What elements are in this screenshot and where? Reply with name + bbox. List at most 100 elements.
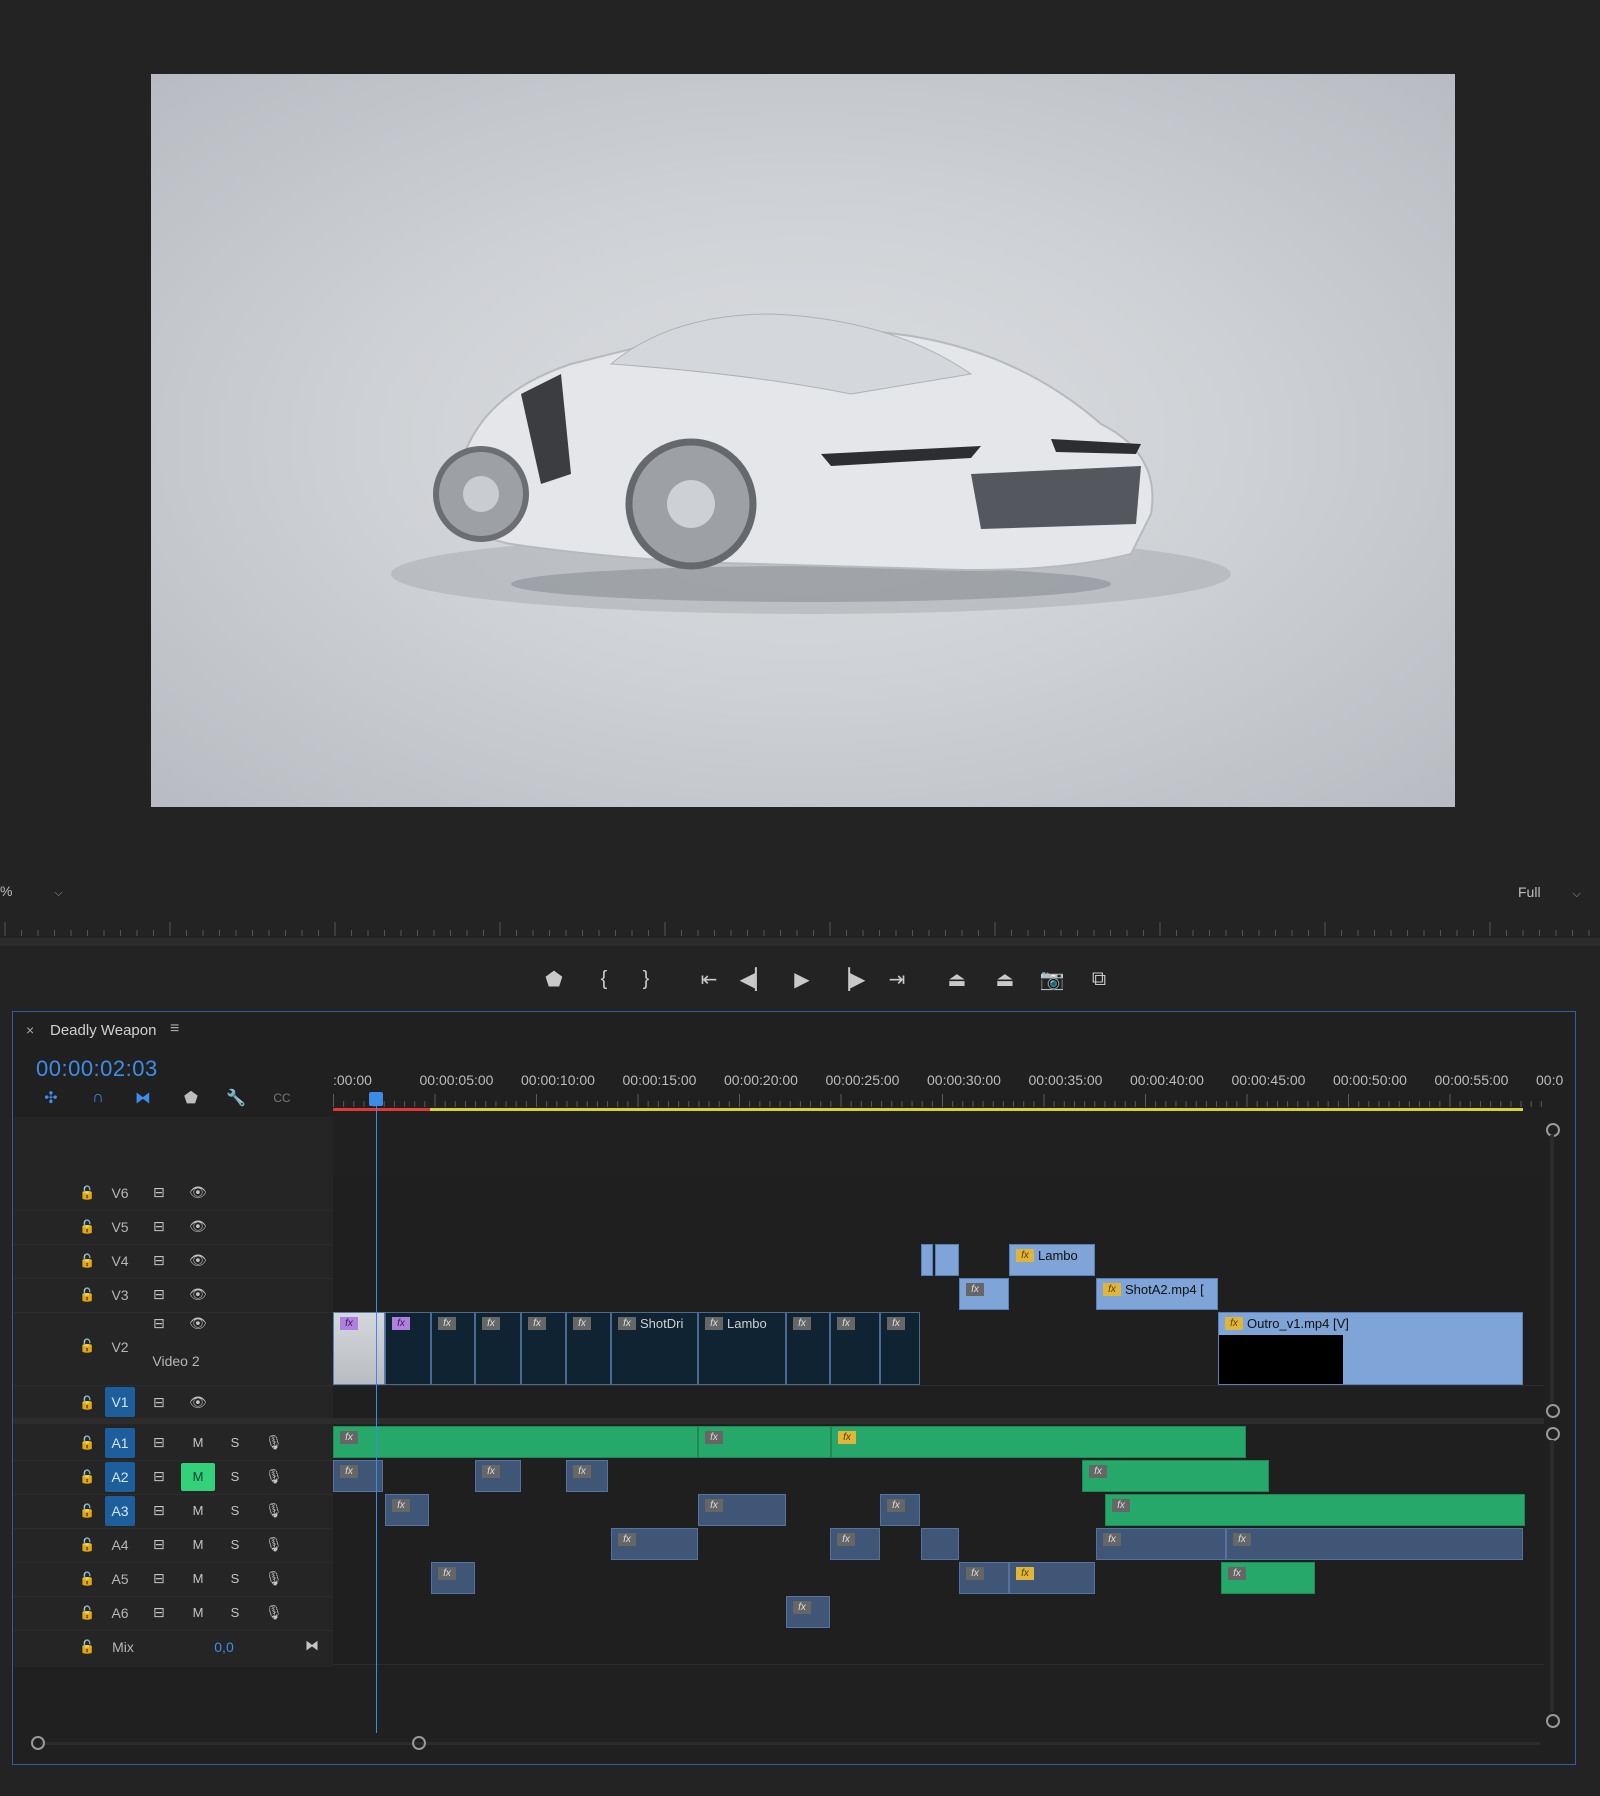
- eye-icon[interactable]: 👁: [189, 1315, 207, 1332]
- track-target-a2[interactable]: A2: [105, 1462, 135, 1492]
- sync-lock-icon[interactable]: ⊟: [153, 1604, 165, 1621]
- audio-clip-a6-1[interactable]: fx: [786, 1596, 830, 1628]
- solo-button[interactable]: S: [218, 1497, 252, 1525]
- audio-clip-a4-2[interactable]: fx: [830, 1528, 880, 1560]
- mix-flip-icon[interactable]: ⧓: [305, 1637, 319, 1654]
- nest-sequence-icon[interactable]: ✣: [36, 1085, 66, 1111]
- sync-lock-icon[interactable]: ⊟: [153, 1468, 165, 1485]
- lock-icon[interactable]: 🔓: [79, 1571, 95, 1587]
- audio-clip-a3-4[interactable]: fx: [1105, 1494, 1525, 1526]
- solo-button[interactable]: S: [218, 1463, 252, 1491]
- track-target-a5[interactable]: A5: [105, 1571, 135, 1587]
- mark-out-button[interactable]: }: [629, 962, 663, 996]
- go-to-in-button[interactable]: ⇤: [692, 962, 726, 996]
- clip-v2-3[interactable]: fx: [431, 1312, 475, 1385]
- microphone-icon[interactable]: 🎙: [265, 1570, 283, 1587]
- go-to-out-button[interactable]: ⇥: [880, 962, 914, 996]
- mute-button[interactable]: M: [181, 1497, 215, 1525]
- lock-icon[interactable]: 🔓: [79, 1287, 95, 1303]
- solo-button[interactable]: S: [218, 1565, 252, 1593]
- sync-lock-icon[interactable]: ⊟: [153, 1286, 165, 1303]
- track-target-a6[interactable]: A6: [105, 1605, 135, 1621]
- solo-button[interactable]: S: [218, 1531, 252, 1559]
- audio-clip-a3-1[interactable]: fx: [385, 1494, 429, 1526]
- microphone-icon[interactable]: 🎙: [265, 1536, 283, 1553]
- audio-clip-a1-3[interactable]: fx: [831, 1426, 1246, 1458]
- track-target-v2[interactable]: V2: [105, 1339, 135, 1355]
- sync-lock-icon[interactable]: ⊟: [153, 1394, 165, 1411]
- mute-button[interactable]: M: [181, 1463, 215, 1491]
- clip-v2-10[interactable]: fx: [830, 1312, 880, 1385]
- export-frame-button[interactable]: 📷: [1035, 962, 1069, 996]
- track-target-a3[interactable]: A3: [105, 1496, 135, 1526]
- microphone-icon[interactable]: 🎙: [265, 1502, 283, 1519]
- track-target-v6[interactable]: V6: [105, 1185, 135, 1201]
- audio-clip-a5-2[interactable]: fx: [959, 1562, 1009, 1594]
- audio-clip-a4-5[interactable]: fx: [1226, 1528, 1523, 1560]
- clip-v2-outro[interactable]: fx Outro_v1.mp4 [V]: [1218, 1312, 1523, 1385]
- audio-scroll-handle-bottom[interactable]: [1546, 1714, 1560, 1728]
- mute-button[interactable]: M: [181, 1565, 215, 1593]
- audio-clip-a5-3[interactable]: fx: [1009, 1562, 1095, 1594]
- vertical-scrollbar-audio[interactable]: [1550, 1440, 1554, 1712]
- microphone-icon[interactable]: 🎙: [265, 1604, 283, 1621]
- sequence-tab-title[interactable]: Deadly Weapon: [50, 1022, 156, 1039]
- lock-icon[interactable]: 🔓: [79, 1338, 95, 1354]
- audio-clip-a5-4[interactable]: fx: [1221, 1562, 1315, 1594]
- audio-clip-a4-3[interactable]: [921, 1528, 959, 1560]
- sync-lock-icon[interactable]: ⊟: [153, 1502, 165, 1519]
- track-target-v5[interactable]: V5: [105, 1219, 135, 1235]
- audio-clip-a3-2[interactable]: fx: [698, 1494, 786, 1526]
- sync-lock-icon[interactable]: ⊟: [153, 1252, 165, 1269]
- eye-icon[interactable]: 👁: [189, 1218, 207, 1235]
- audio-clip-a1-2[interactable]: fx: [698, 1426, 831, 1458]
- lock-icon[interactable]: 🔓: [79, 1469, 95, 1485]
- clip-v2-2[interactable]: fx: [385, 1312, 431, 1385]
- clip-v2-4[interactable]: fx: [475, 1312, 521, 1385]
- clip-v2-shotdri[interactable]: fx ShotDri: [611, 1312, 698, 1385]
- mix-volume-value[interactable]: 0,0: [204, 1639, 244, 1655]
- clip-v3-shota2[interactable]: fx ShotA2.mp4 [: [1096, 1278, 1218, 1310]
- horizontal-scroll-handle-left[interactable]: [31, 1736, 45, 1750]
- lock-icon[interactable]: 🔓: [79, 1639, 95, 1655]
- clip-v2-1[interactable]: fx: [333, 1312, 385, 1385]
- video-track-v1[interactable]: [333, 1387, 1544, 1419]
- zoom-level-dropdown[interactable]: % ⌵: [0, 883, 63, 900]
- lock-icon[interactable]: 🔓: [79, 1219, 95, 1235]
- lock-icon[interactable]: 🔓: [79, 1537, 95, 1553]
- lift-button[interactable]: ⏏: [940, 962, 974, 996]
- clip-v2-6[interactable]: fx: [566, 1312, 611, 1385]
- microphone-icon[interactable]: 🎙: [265, 1468, 283, 1485]
- video-track-v5[interactable]: [333, 1210, 1544, 1245]
- snap-magnet-icon[interactable]: ∩: [83, 1085, 113, 1111]
- clip-v2-5[interactable]: fx: [521, 1312, 566, 1385]
- lock-icon[interactable]: 🔓: [79, 1395, 95, 1411]
- step-forward-button[interactable]: ▕▶: [833, 962, 867, 996]
- mute-button[interactable]: M: [181, 1429, 215, 1457]
- sync-lock-icon[interactable]: ⊟: [153, 1315, 165, 1332]
- horizontal-scrollbar-track[interactable]: [40, 1742, 1540, 1745]
- audio-clip-a5-1[interactable]: fx: [431, 1562, 475, 1594]
- clip-v2-lambo[interactable]: fx Lambo: [698, 1312, 786, 1385]
- lock-icon[interactable]: 🔓: [79, 1605, 95, 1621]
- playhead-handle[interactable]: [369, 1092, 383, 1106]
- clip-v2-9[interactable]: fx: [786, 1312, 830, 1385]
- monitor-scrub-bar[interactable]: [0, 938, 1600, 946]
- horizontal-scroll-handle-right[interactable]: [412, 1736, 426, 1750]
- add-marker-icon[interactable]: ⬟: [176, 1085, 206, 1111]
- lock-icon[interactable]: 🔓: [79, 1253, 95, 1269]
- sync-lock-icon[interactable]: ⊟: [153, 1218, 165, 1235]
- extract-button[interactable]: ⏏: [988, 962, 1022, 996]
- comparison-view-button[interactable]: ⧉: [1082, 962, 1116, 996]
- step-back-button[interactable]: ◀▏: [738, 962, 772, 996]
- audio-clip-a2-3[interactable]: fx: [566, 1460, 608, 1492]
- sync-lock-icon[interactable]: ⊟: [153, 1184, 165, 1201]
- mute-button[interactable]: M: [181, 1599, 215, 1627]
- linked-selection-icon[interactable]: ⧓: [128, 1085, 158, 1111]
- track-target-a4[interactable]: A4: [105, 1537, 135, 1553]
- clip-v4-small-1[interactable]: [921, 1244, 933, 1276]
- track-target-v1[interactable]: V1: [105, 1387, 135, 1417]
- solo-button[interactable]: S: [218, 1429, 252, 1457]
- vertical-scroll-handle-bottom[interactable]: [1546, 1404, 1560, 1418]
- audio-clip-a1-1[interactable]: fx: [333, 1426, 698, 1458]
